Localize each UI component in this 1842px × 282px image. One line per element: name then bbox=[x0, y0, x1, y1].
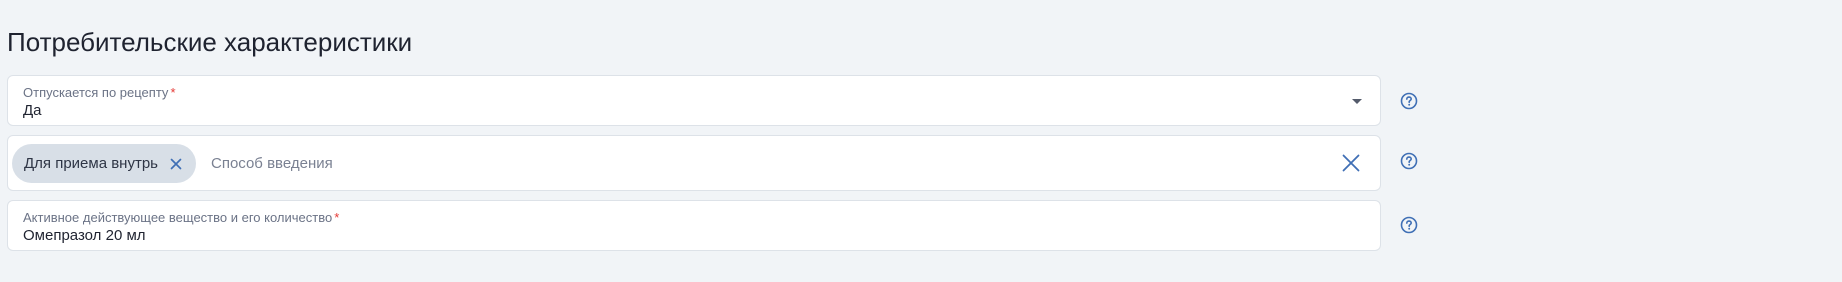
help-circle-icon[interactable] bbox=[1399, 91, 1419, 111]
active-substance-label-text: Активное действующее вещество и его коли… bbox=[23, 210, 333, 225]
help-circle-icon[interactable] bbox=[1399, 151, 1419, 171]
active-substance-label: Активное действующее вещество и его коли… bbox=[23, 210, 339, 226]
administration-route-multiselect[interactable]: Для приема внутрь bbox=[7, 135, 1381, 191]
chip-label: Для приема внутрь bbox=[24, 155, 158, 172]
active-substance-field[interactable]: Активное действующее вещество и его коли… bbox=[7, 200, 1381, 251]
administration-route-input[interactable] bbox=[211, 150, 1111, 176]
close-icon[interactable] bbox=[1340, 152, 1362, 174]
help-circle-icon[interactable] bbox=[1399, 215, 1419, 235]
prescription-label-text: Отпускается по рецепту bbox=[23, 85, 169, 100]
prescription-label: Отпускается по рецепту * bbox=[23, 85, 176, 101]
prescription-value: Да bbox=[23, 102, 42, 119]
section-title: Потребительские характеристики bbox=[7, 27, 413, 57]
prescription-select[interactable]: Отпускается по рецепту * Да bbox=[7, 75, 1381, 126]
chevron-down-icon[interactable] bbox=[1352, 99, 1362, 104]
required-mark: * bbox=[334, 210, 340, 225]
active-substance-value[interactable]: Омепразол 20 мл bbox=[23, 227, 146, 245]
selected-chip: Для приема внутрь bbox=[12, 144, 196, 183]
close-icon[interactable] bbox=[168, 156, 184, 172]
required-mark: * bbox=[170, 85, 176, 100]
